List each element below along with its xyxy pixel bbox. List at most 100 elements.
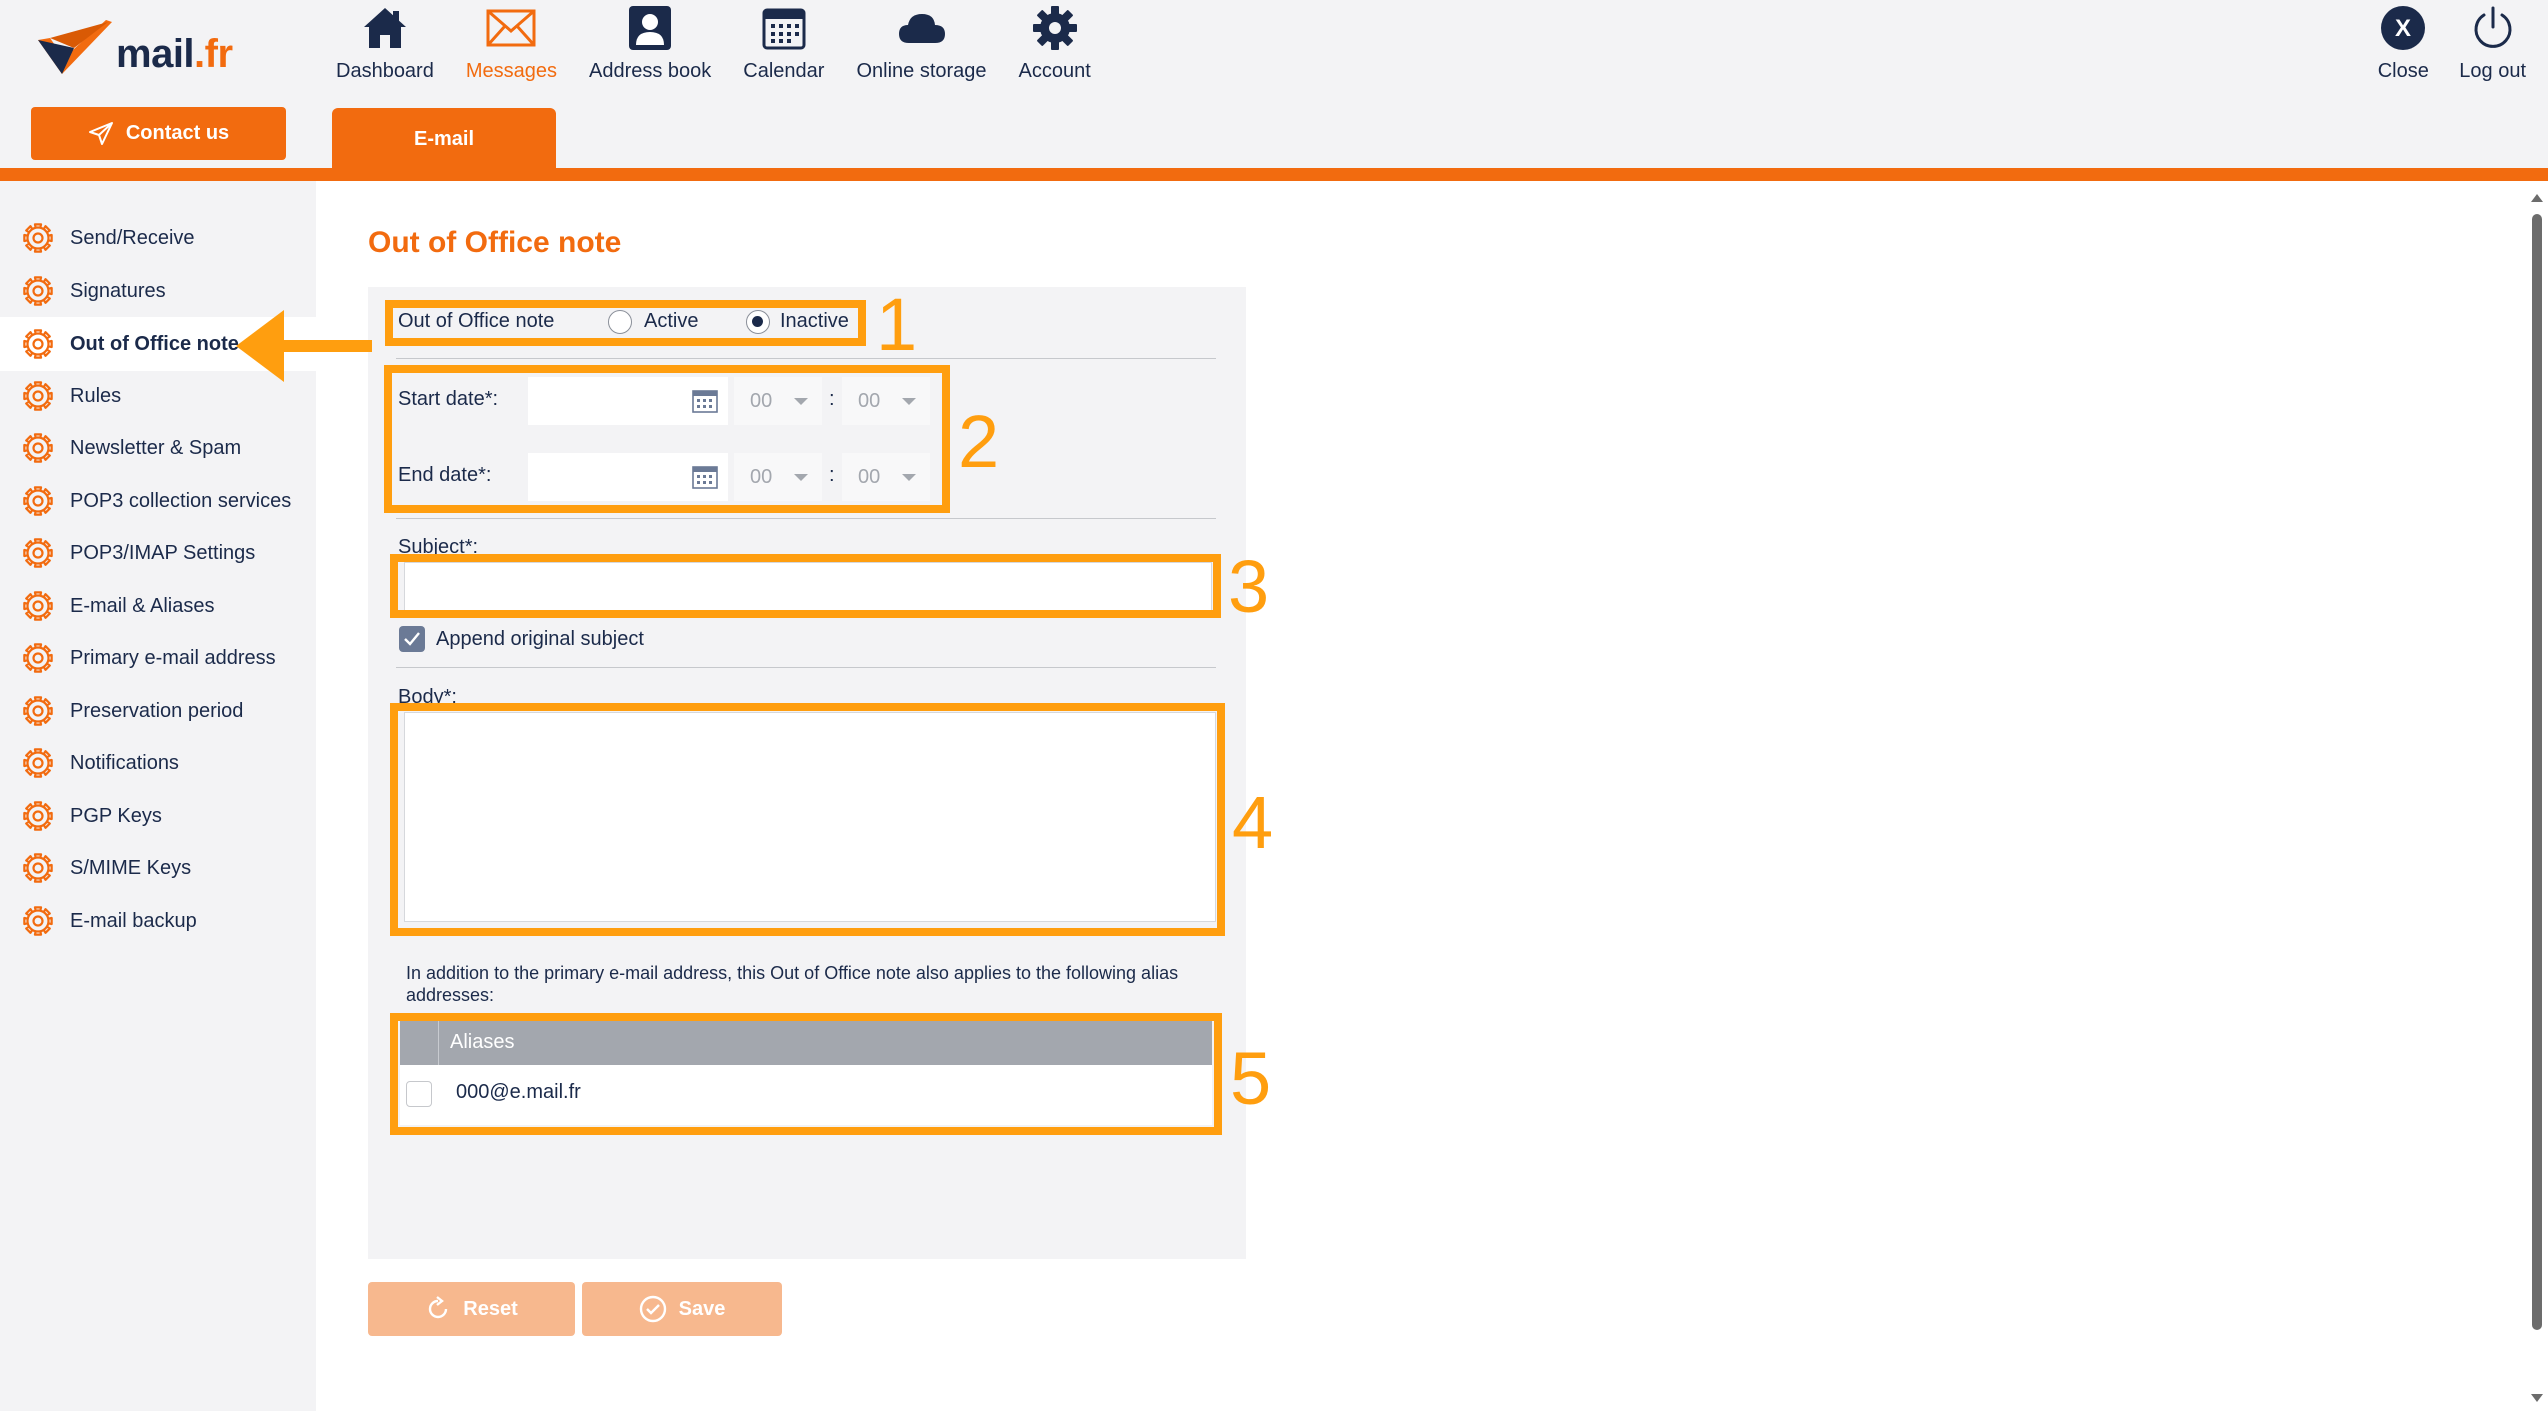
nav-dashboard[interactable]: Dashboard	[320, 4, 450, 88]
logo-name: mail	[116, 32, 195, 76]
main-nav: Dashboard Messages Address book Calendar	[320, 4, 1107, 88]
gear-icon	[22, 852, 54, 884]
close-button[interactable]: X Close	[2365, 4, 2441, 88]
gear-icon	[1029, 4, 1081, 52]
sidebar-item-label: POP3 collection services	[70, 489, 292, 512]
app-header: mail.fr Contact us Dashboard Messages Ad…	[0, 0, 2548, 170]
sidebar-item-label: Preservation period	[70, 699, 244, 722]
sidebar-item-label: E-mail & Aliases	[70, 594, 215, 617]
scrollbar-thumb[interactable]	[2532, 214, 2542, 1330]
divider	[396, 667, 1216, 668]
save-button[interactable]: Save	[582, 1282, 782, 1336]
gear-icon	[22, 380, 54, 412]
scroll-up-arrow-icon[interactable]	[2530, 192, 2544, 204]
header-accent-bar	[0, 168, 2548, 181]
contact-us-button[interactable]: Contact us	[31, 107, 286, 160]
sidebar-item-label: Primary e-mail address	[70, 646, 276, 669]
sidebar-item-label: Newsletter & Spam	[70, 436, 242, 459]
gear-icon	[22, 695, 54, 727]
power-icon	[2467, 4, 2519, 52]
nav-label: Messages	[465, 60, 557, 82]
checkmark-logo-icon	[38, 20, 112, 74]
append-subject-checkbox[interactable]	[399, 626, 425, 652]
logout-button[interactable]: Log out	[2447, 4, 2538, 88]
sidebar-item-pop3-collection[interactable]: POP3 collection services	[0, 477, 316, 525]
checkmark-icon	[404, 632, 420, 646]
tab-email[interactable]: E-mail	[332, 108, 556, 170]
sidebar-item-label: Signatures	[70, 279, 166, 302]
annotation-box-4	[390, 703, 1225, 936]
gear-icon	[22, 905, 54, 937]
gear-icon	[22, 800, 54, 832]
nav-online-storage[interactable]: Online storage	[840, 4, 1002, 88]
close-icon: X	[2377, 4, 2429, 52]
contact-us-label: Contact us	[125, 122, 230, 144]
logout-label: Log out	[2459, 60, 2526, 82]
mail-fr-logo[interactable]: mail.fr	[34, 14, 244, 84]
logo-tld: .fr	[194, 32, 233, 76]
sidebar-item-preservation-period[interactable]: Preservation period	[0, 687, 316, 735]
contact-card-icon	[624, 4, 676, 52]
annotation-number-1: 1	[876, 283, 918, 366]
nav-label: Dashboard	[336, 60, 434, 82]
close-label: Close	[2377, 60, 2429, 82]
alias-note: In addition to the primary e-mail addres…	[406, 963, 1179, 1005]
sidebar-item-label: Rules	[70, 384, 122, 407]
sidebar-item-label: Out of Office note	[70, 332, 239, 355]
save-label: Save	[678, 1297, 726, 1320]
gear-icon	[22, 222, 54, 254]
scroll-down-arrow-icon[interactable]	[2530, 1392, 2544, 1404]
nav-label: Account	[1018, 60, 1091, 82]
refresh-icon	[429, 1296, 448, 1319]
svg-text:X: X	[2395, 15, 2411, 42]
sidebar-item-send-receive[interactable]: Send/Receive	[0, 214, 316, 262]
annotation-box-3	[390, 554, 1221, 618]
nav-label: Calendar	[743, 60, 825, 82]
divider	[396, 358, 1216, 359]
annotation-number-5: 5	[1230, 1037, 1272, 1120]
nav-calendar[interactable]: Calendar	[727, 4, 840, 88]
sidebar-item-label: POP3/IMAP Settings	[70, 541, 256, 564]
annotation-number-4: 4	[1232, 781, 1274, 864]
home-icon	[359, 4, 411, 52]
reset-button[interactable]: Reset	[368, 1282, 575, 1336]
cloud-icon	[896, 4, 948, 52]
sidebar-item-smime-keys[interactable]: S/MIME Keys	[0, 844, 316, 892]
nav-messages[interactable]: Messages	[450, 4, 573, 88]
gear-icon	[22, 747, 54, 779]
gear-icon	[22, 485, 54, 517]
annotation-box-5	[390, 1013, 1222, 1135]
sidebar-item-label: PGP Keys	[70, 804, 162, 827]
nav-label: Address book	[589, 60, 712, 82]
gear-icon	[22, 275, 54, 307]
annotation-number-3: 3	[1228, 545, 1270, 628]
gear-icon	[22, 432, 54, 464]
sidebar-item-newsletter-spam[interactable]: Newsletter & Spam	[0, 424, 316, 472]
gear-icon	[22, 537, 54, 569]
nav-address-book[interactable]: Address book	[573, 4, 727, 88]
annotation-arrow-icon	[236, 310, 372, 382]
sidebar-item-pop3-imap-settings[interactable]: POP3/IMAP Settings	[0, 529, 316, 577]
sidebar-item-label: S/MIME Keys	[70, 856, 192, 879]
tab-email-label: E-mail	[413, 127, 475, 150]
sidebar-item-notifications[interactable]: Notifications	[0, 739, 316, 787]
page-title: Out of Office note	[368, 226, 622, 259]
sidebar-item-label: E-mail backup	[70, 909, 197, 932]
gear-icon	[22, 590, 54, 622]
annotation-box-1	[385, 300, 866, 346]
sidebar-item-signatures[interactable]: Signatures	[0, 267, 316, 315]
append-subject-label: Append original subject	[436, 628, 644, 650]
gear-icon	[22, 328, 54, 360]
divider	[396, 518, 1216, 519]
calendar-icon	[758, 4, 810, 52]
sidebar-item-pgp-keys[interactable]: PGP Keys	[0, 792, 316, 840]
sidebar-item-primary-email[interactable]: Primary e-mail address	[0, 634, 316, 682]
annotation-number-2: 2	[958, 400, 1000, 483]
sidebar-item-email-backup[interactable]: E-mail backup	[0, 897, 316, 945]
check-circle-icon	[639, 1295, 666, 1323]
gear-icon	[22, 642, 54, 674]
sidebar-item-email-aliases[interactable]: E-mail & Aliases	[0, 582, 316, 630]
nav-account[interactable]: Account	[1003, 4, 1107, 88]
envelope-icon	[485, 4, 537, 52]
reset-label: Reset	[463, 1297, 518, 1320]
